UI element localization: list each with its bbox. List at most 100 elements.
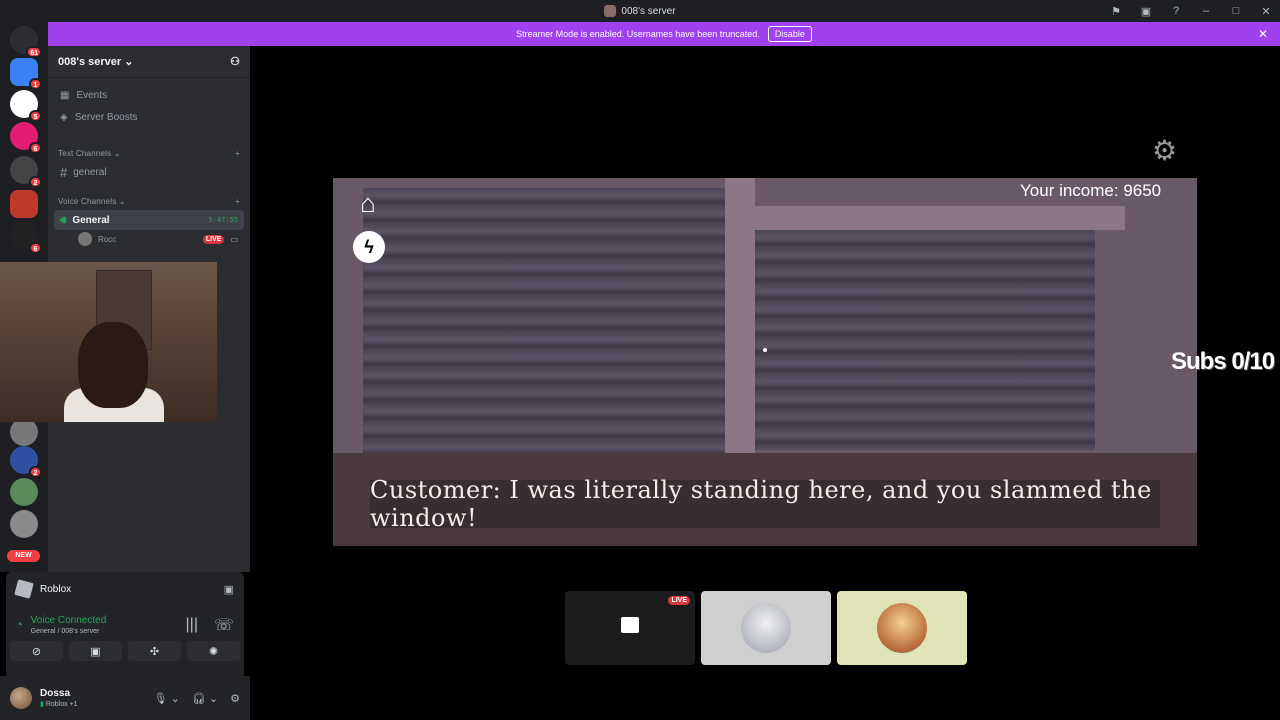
gear-icon[interactable]: ⚙ [1152, 134, 1177, 167]
lightning-icon[interactable]: ϟ [353, 231, 385, 263]
activities-icon: ✣ [149, 645, 160, 658]
soundboard-icon: ✺ [208, 645, 219, 658]
shop-icon[interactable]: ⌂ [352, 188, 384, 218]
avatar [78, 232, 92, 246]
server-name: 008's server [58, 56, 122, 68]
home-icon[interactable]: 61 [10, 26, 42, 58]
server-icon [604, 5, 617, 17]
window-frame [725, 178, 755, 458]
voice-connection-panel: ◔ Voice Connected General / 008's server… [6, 606, 244, 676]
mention-badge: 6 [29, 242, 42, 254]
soundboard-button[interactable]: ✺ [187, 641, 240, 661]
add-channel-icon[interactable]: + [235, 197, 240, 206]
voice-timer: 5:47:55 [208, 216, 238, 224]
activities-button[interactable]: ✣ [128, 641, 181, 661]
left-shutter [363, 188, 725, 453]
hash-icon: # [60, 164, 68, 180]
banner-text: Streamer Mode is enabled. Usernames have… [516, 29, 760, 39]
screen-share-button[interactable]: ▣ [69, 641, 122, 661]
screen-share-icon [621, 617, 639, 633]
title-bar: 008's server ⚑ ▣ ? – □ ✕ [0, 0, 1280, 22]
flag-icon[interactable]: ⚑ [1108, 5, 1124, 18]
chevron-down-icon: ⌄ [124, 56, 134, 68]
server-icon-5[interactable] [10, 190, 38, 218]
window-frame-top [755, 206, 1125, 230]
mention-badge: 2 [29, 176, 42, 188]
close-icon[interactable]: ✕ [1258, 27, 1268, 41]
user-status-text: Roblox +1 [45, 701, 78, 708]
member-name: Rocc [98, 234, 117, 244]
noise-suppression-icon[interactable]: ||| [186, 616, 198, 634]
window-title: 008's server [604, 5, 676, 17]
speaker-icon: 🔊︎ [60, 214, 67, 226]
invite-people-icon[interactable]: ⚇ [230, 55, 240, 68]
headphones-icon[interactable]: 🎧︎ ⌄ [192, 692, 218, 705]
new-badge: NEW [7, 550, 40, 562]
disable-button[interactable]: Disable [767, 26, 812, 42]
add-channel-icon[interactable]: + [235, 149, 240, 158]
disconnect-icon[interactable]: ☏ [214, 615, 234, 635]
participant-tile[interactable] [837, 591, 967, 665]
voice-member[interactable]: Rocc LIVE ▭ [54, 230, 244, 248]
server-icon-10[interactable] [10, 510, 38, 538]
server-icon-7[interactable] [10, 418, 38, 446]
activity-name: Roblox [40, 583, 72, 595]
voice-location: General / 008's server [30, 628, 100, 635]
signal-icon: ◔ [16, 619, 23, 631]
stop-stream-icon[interactable]: ▣ [224, 583, 234, 596]
camera-off-icon: ⊘ [31, 645, 42, 658]
participant-tiles: LIVE [565, 591, 967, 665]
window-title-text: 008's server [621, 5, 676, 17]
inbox-icon[interactable]: ▣ [1138, 5, 1154, 18]
nav-events-label: Events [76, 89, 108, 101]
avatar[interactable] [10, 687, 32, 709]
channel-general[interactable]: # general [54, 162, 244, 182]
boost-icon: ◈ [60, 111, 68, 123]
server-header[interactable]: 008's server ⌄ ⚇ [48, 46, 250, 78]
mention-badge: 6 [29, 142, 42, 154]
participant-tile[interactable] [701, 591, 831, 665]
webcam-face [78, 322, 148, 408]
microphone-icon[interactable]: 🎙︎ ⌄ [154, 692, 180, 705]
participant-tile-stream[interactable]: LIVE [565, 591, 695, 665]
avatar [877, 603, 927, 653]
gamepad-icon: ▮ [40, 701, 44, 708]
dialogue-caption: Customer: I was literally standing here,… [370, 476, 1160, 532]
category-text-channels[interactable]: Text Channels ⌄ + [48, 144, 250, 162]
help-icon[interactable]: ? [1168, 5, 1184, 17]
user-name: Dossa [40, 688, 71, 699]
category-voice-channels[interactable]: Voice Channels ⌄ + [48, 192, 250, 210]
minimize-icon[interactable]: – [1198, 5, 1214, 17]
chevron-down-icon: ⌄ [113, 148, 121, 158]
activity-panel[interactable]: Roblox ▣ [6, 572, 244, 606]
user-panel: Dossa ▮ Roblox +1 🎙︎ ⌄ 🎧︎ ⌄ ⚙ [0, 676, 250, 720]
server-icon-9[interactable] [10, 478, 38, 506]
mention-badge: 5 [29, 110, 42, 122]
streamer-mode-banner: Streamer Mode is enabled. Usernames have… [48, 22, 1280, 46]
close-window-icon[interactable]: ✕ [1258, 5, 1274, 18]
camera-button[interactable]: ⊘ [10, 641, 63, 661]
chevron-down-icon: ⌄ [118, 196, 126, 206]
gear-icon[interactable]: ⚙ [230, 692, 240, 705]
server-icon-3[interactable]: 6 [10, 122, 42, 154]
server-icon-2[interactable]: 5 [10, 90, 42, 122]
crosshair [763, 348, 767, 352]
mention-badge: 1 [29, 78, 42, 90]
server-icon-4[interactable]: 2 [10, 156, 42, 188]
webcam-overlay [0, 262, 217, 422]
server-icon-8[interactable]: 2 [10, 446, 42, 478]
server-icon-1[interactable]: 1 [10, 58, 42, 90]
voice-channel-general[interactable]: 🔊︎ General 5:47:55 [54, 210, 244, 230]
subs-counter: Subs 0/10 [1171, 348, 1275, 375]
user-status: ▮ Roblox +1 [40, 700, 78, 708]
nav-events[interactable]: ▦ Events [48, 84, 250, 106]
nav-boosts-label: Server Boosts [74, 111, 138, 123]
mention-badge: 61 [26, 46, 42, 58]
server-icon-6[interactable]: 6 [10, 222, 42, 254]
maximize-icon[interactable]: □ [1228, 5, 1244, 17]
voice-status[interactable]: Voice Connected [31, 615, 178, 626]
nav-server-boosts[interactable]: ◈ Server Boosts [48, 106, 250, 128]
roblox-icon [14, 579, 34, 599]
right-shutter [755, 230, 1095, 450]
title-bar-controls: ⚑ ▣ ? – □ ✕ [1108, 0, 1274, 22]
